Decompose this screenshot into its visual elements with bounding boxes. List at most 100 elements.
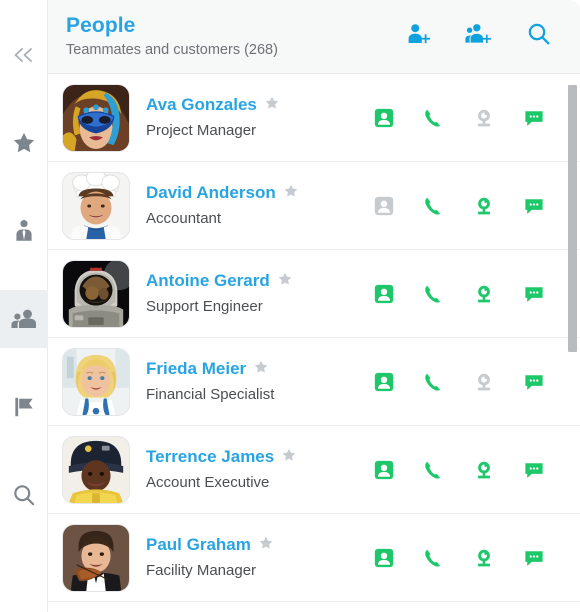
star-icon [11,130,37,156]
table-row[interactable]: Terrence James Account Executive [48,426,580,514]
person-role: Support Engineer [146,298,263,315]
page-subtitle: Teammates and customers (268) [66,42,278,58]
call-button[interactable] [422,282,446,306]
header-text-block: People Teammates and customers (268) [66,13,404,60]
flag-icon [11,394,37,420]
chat-button[interactable] [522,282,546,306]
avatar [62,435,130,504]
header-actions [404,22,562,52]
video-call-button[interactable] [472,106,496,130]
person-name[interactable]: David Anderson [146,182,276,204]
table-row[interactable]: Antoine Gerard Support Engineer [48,250,580,338]
person-name[interactable]: Terrence James [146,446,274,468]
person-info: Antoine Gerard Support Engineer [130,270,372,317]
profile-button[interactable] [372,106,396,130]
video-call-button[interactable] [472,546,496,570]
profile-button[interactable] [372,546,396,570]
call-button[interactable] [422,458,446,482]
table-row[interactable]: Ava Gonzales Project Manager [48,74,580,162]
person-name[interactable]: Paul Graham [146,534,251,556]
call-button[interactable] [422,546,446,570]
app-window: People Teammates and customers (268) Ava… [0,0,580,612]
profile-button[interactable] [372,282,396,306]
person-name-line: Ava Gonzales [146,94,372,116]
person-name[interactable]: Frieda Meier [146,358,246,380]
page-title: People [66,14,136,37]
video-call-button[interactable] [472,282,496,306]
person-tie-icon [11,218,37,244]
row-actions [372,458,580,482]
avatar [62,347,130,416]
sidebar-rail [0,0,48,612]
add-group-button[interactable] [464,22,494,52]
sidebar-item-search[interactable] [0,466,48,524]
call-button[interactable] [422,106,446,130]
person-role: Account Executive [146,474,270,491]
person-role: Facility Manager [146,562,257,579]
person-name-line: Paul Graham [146,534,372,556]
person-name[interactable]: Ava Gonzales [146,94,257,116]
row-actions [372,106,580,130]
sidebar-item-collapse[interactable] [0,30,48,80]
person-info: Terrence James Account Executive [130,446,372,493]
person-role: Financial Specialist [146,386,275,403]
favorite-star-icon[interactable] [264,95,280,116]
chevrons-left-icon [12,47,36,63]
search-icon [526,21,552,52]
avatar [62,259,130,328]
chat-button[interactable] [522,546,546,570]
table-row[interactable]: Paul Graham Facility Manager [48,514,580,602]
row-actions [372,546,580,570]
favorite-star-icon[interactable] [253,359,269,380]
chat-button[interactable] [522,194,546,218]
profile-button[interactable] [372,458,396,482]
favorite-star-icon[interactable] [258,535,274,556]
video-call-button[interactable] [472,370,496,394]
chat-button[interactable] [522,106,546,130]
avatar [62,171,130,240]
person-name-line: David Anderson [146,182,372,204]
row-actions [372,194,580,218]
row-actions [372,282,580,306]
table-row[interactable]: David Anderson Accountant [48,162,580,250]
add-person-button[interactable] [404,22,434,52]
person-info: Frieda Meier Financial Specialist [130,358,372,405]
call-button[interactable] [422,370,446,394]
people-icon [10,307,38,331]
person-role: Accountant [146,210,222,227]
profile-button[interactable] [372,194,396,218]
profile-button[interactable] [372,370,396,394]
video-call-button[interactable] [472,194,496,218]
person-info: David Anderson Accountant [130,182,372,229]
search-button[interactable] [524,22,554,52]
chat-button[interactable] [522,458,546,482]
person-name-line: Frieda Meier [146,358,372,380]
person-info: Ava Gonzales Project Manager [130,94,372,141]
video-call-button[interactable] [472,458,496,482]
person-info: Paul Graham Facility Manager [130,534,372,581]
avatar [62,523,130,592]
sidebar-item-contacts[interactable] [0,202,48,260]
favorite-star-icon[interactable] [283,183,299,204]
table-row[interactable]: Frieda Meier Financial Specialist [48,338,580,426]
people-list: Ava Gonzales Project Manager David Ander… [48,74,580,612]
list-scrollbar-thumb[interactable] [568,85,577,352]
person-name[interactable]: Antoine Gerard [146,270,270,292]
list-scrollbar-track[interactable] [566,74,578,612]
search-icon [11,482,37,508]
person-add-icon [406,22,432,51]
person-name-line: Terrence James [146,446,372,468]
person-name-line: Antoine Gerard [146,270,372,292]
favorite-star-icon[interactable] [281,447,297,468]
main-panel: People Teammates and customers (268) Ava… [48,0,580,612]
sidebar-item-people[interactable] [0,290,48,348]
avatar [62,83,130,152]
chat-button[interactable] [522,370,546,394]
person-role: Project Manager [146,122,257,139]
call-button[interactable] [422,194,446,218]
group-add-icon [465,22,493,51]
favorite-star-icon[interactable] [277,271,293,292]
row-actions [372,370,580,394]
sidebar-item-favorites[interactable] [0,114,48,172]
sidebar-item-flagged[interactable] [0,378,48,436]
